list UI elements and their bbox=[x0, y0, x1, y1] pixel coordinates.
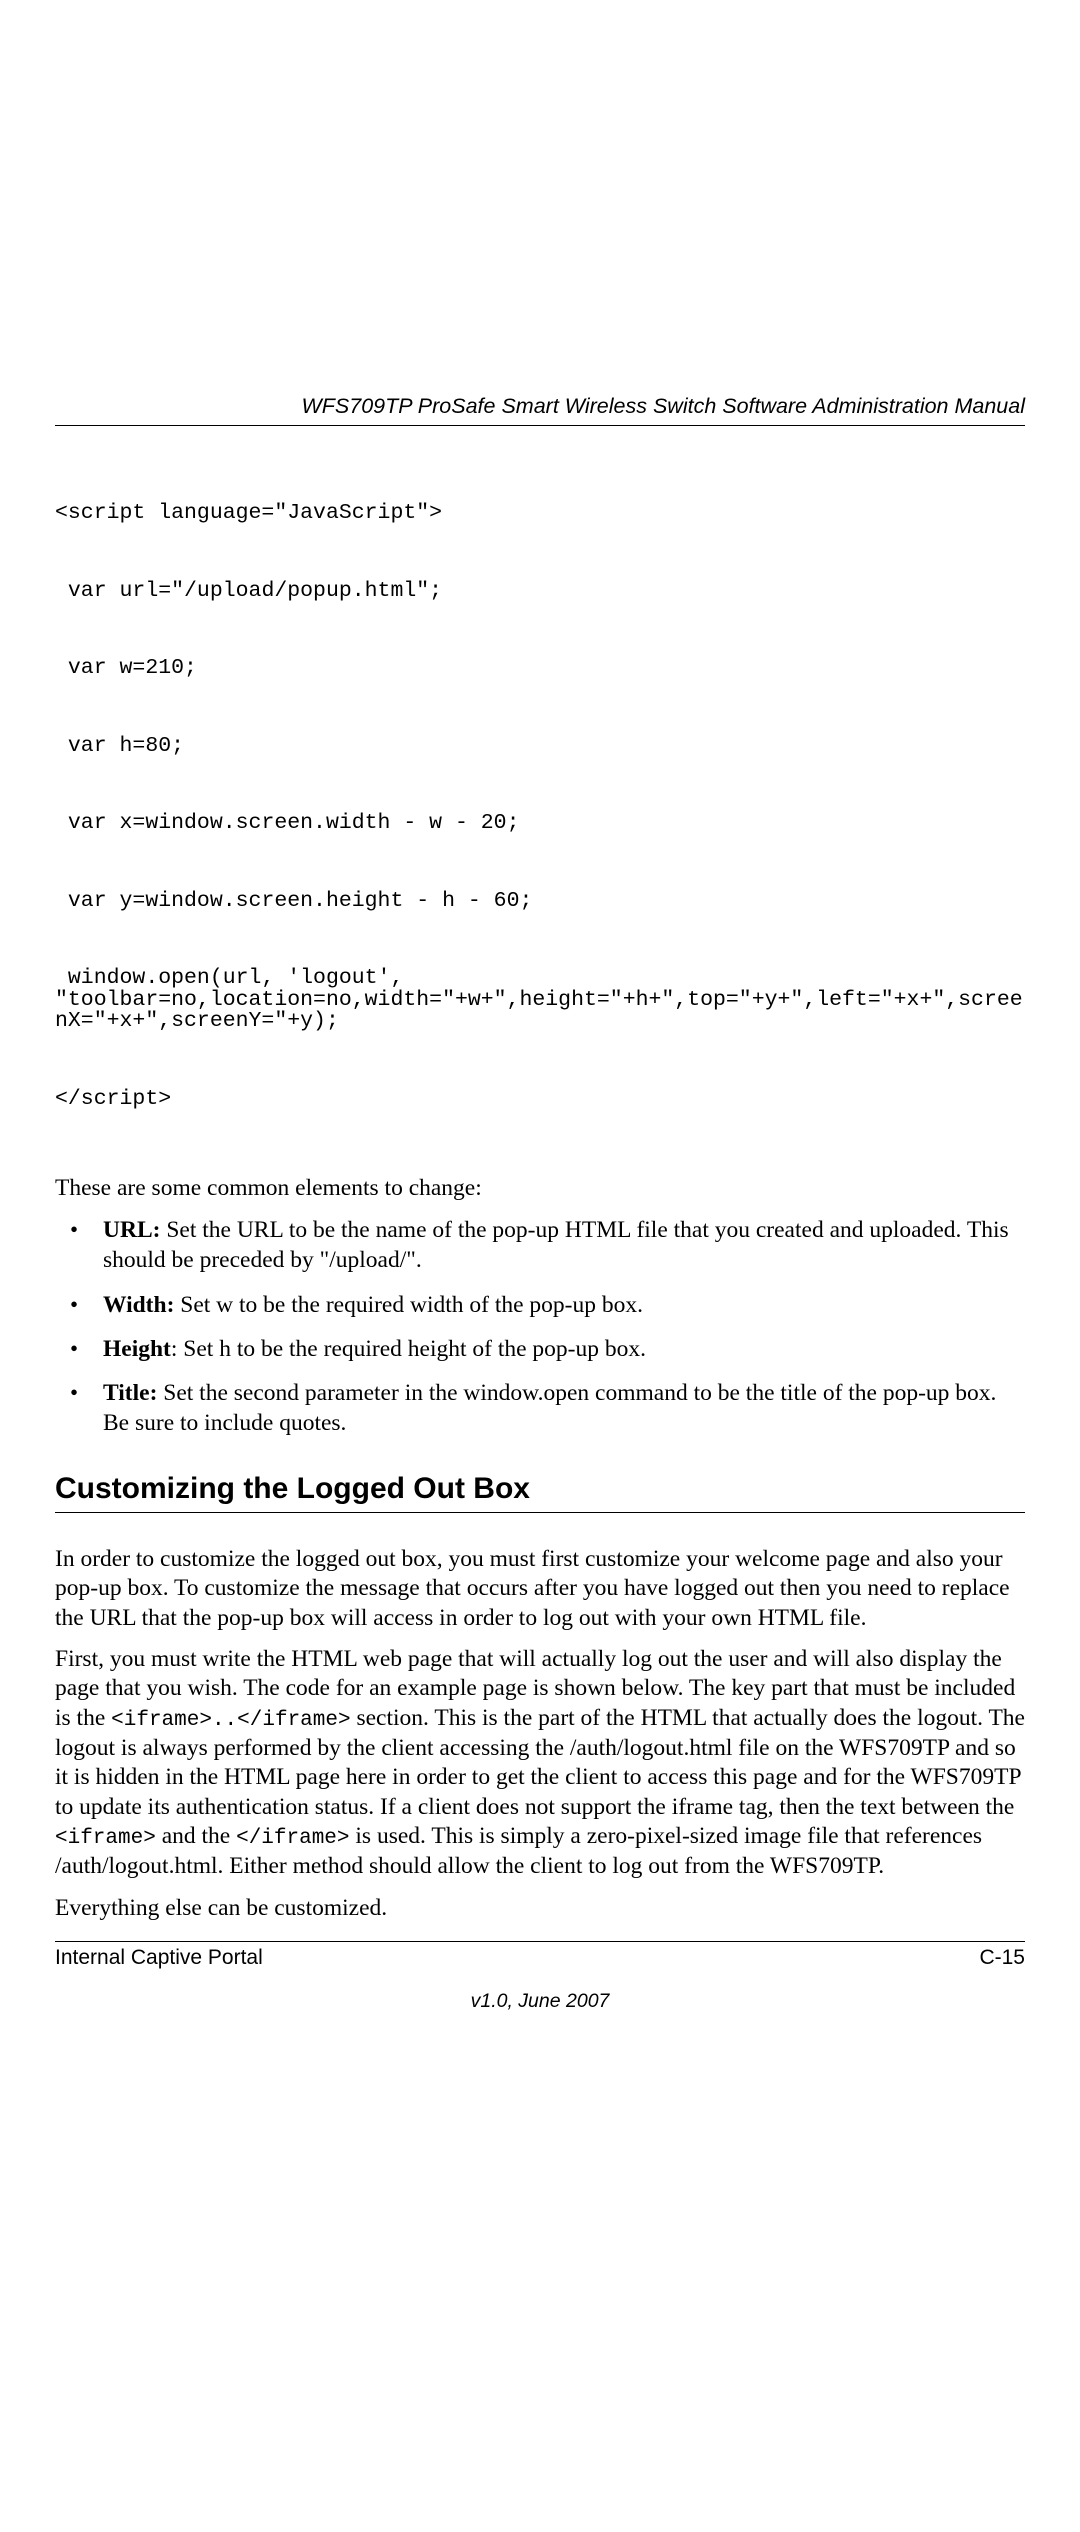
section-rule bbox=[55, 1512, 1025, 1513]
intro-paragraph: These are some common elements to change… bbox=[55, 1174, 1025, 1203]
bullet-label: URL: bbox=[103, 1217, 160, 1243]
bullet-text: : Set h to be the required height of the… bbox=[171, 1336, 646, 1362]
section-paragraph-3: Everything else can be customized. bbox=[55, 1894, 1025, 1923]
footer-section-name: Internal Captive Portal bbox=[55, 1946, 263, 1970]
code-line: var x=window.screen.width - w - 20; bbox=[55, 813, 1025, 835]
bullet-label: Width: bbox=[103, 1292, 174, 1318]
code-line: window.open(url, 'logout', "toolbar=no,l… bbox=[55, 968, 1025, 1033]
section-heading: Customizing the Logged Out Box bbox=[55, 1472, 1025, 1506]
code-line: var w=210; bbox=[55, 658, 1025, 680]
bullet-text: Set the second parameter in the window.o… bbox=[103, 1380, 996, 1436]
bullet-list: URL: Set the URL to be the name of the p… bbox=[55, 1215, 1025, 1437]
inline-code: </iframe> bbox=[236, 1827, 349, 1850]
document-page: WFS709TP ProSafe Smart Wireless Switch S… bbox=[0, 0, 1080, 2532]
bullet-item-width: Width: Set w to be the required width of… bbox=[55, 1290, 1025, 1320]
footer-version: v1.0, June 2007 bbox=[55, 1990, 1025, 2013]
section-paragraph-1: In order to customize the logged out box… bbox=[55, 1545, 1025, 1633]
code-line: var y=window.screen.height - h - 60; bbox=[55, 891, 1025, 913]
bullet-item-url: URL: Set the URL to be the name of the p… bbox=[55, 1215, 1025, 1275]
code-line: var url="/upload/popup.html"; bbox=[55, 581, 1025, 603]
inline-code: <iframe> bbox=[55, 1827, 156, 1850]
footer-rule bbox=[55, 1941, 1025, 1942]
section-paragraph-2: First, you must write the HTML web page … bbox=[55, 1645, 1025, 1882]
header-rule bbox=[55, 425, 1025, 426]
inline-code: <iframe>..</iframe> bbox=[111, 1709, 350, 1732]
code-line: </script> bbox=[55, 1089, 1025, 1111]
code-line: <script language="JavaScript"> bbox=[55, 503, 1025, 525]
bullet-text: Set w to be the required width of the po… bbox=[174, 1292, 643, 1318]
bullet-label: Title: bbox=[103, 1380, 157, 1406]
bullet-item-title: Title: Set the second parameter in the w… bbox=[55, 1378, 1025, 1438]
text-run: and the bbox=[156, 1823, 236, 1849]
bullet-text: Set the URL to be the name of the pop-up… bbox=[103, 1217, 1009, 1273]
footer-row: Internal Captive Portal C-15 bbox=[55, 1946, 1025, 1970]
bullet-item-height: Height: Set h to be the required height … bbox=[55, 1334, 1025, 1364]
code-block: <script language="JavaScript"> var url="… bbox=[55, 460, 1025, 1166]
running-header: WFS709TP ProSafe Smart Wireless Switch S… bbox=[55, 394, 1025, 425]
footer-page-number: C-15 bbox=[979, 1946, 1025, 1970]
bullet-label: Height bbox=[103, 1336, 171, 1362]
code-line: var h=80; bbox=[55, 736, 1025, 758]
